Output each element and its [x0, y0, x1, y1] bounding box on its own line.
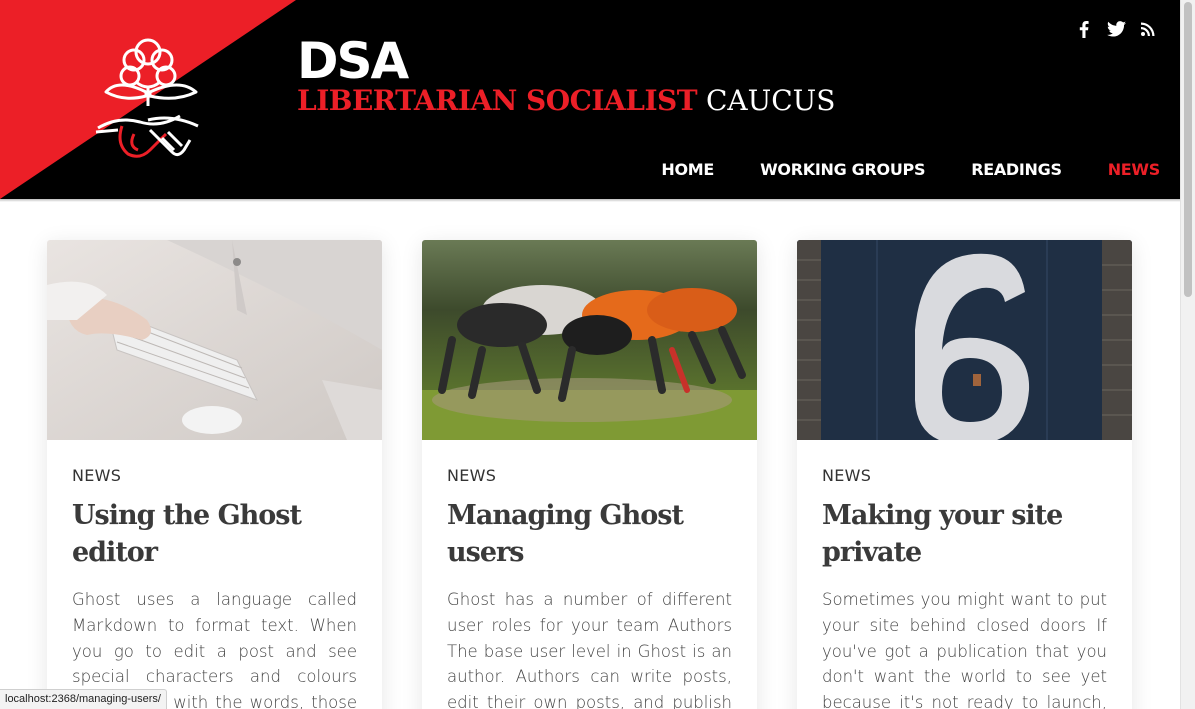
card-image-rugby[interactable] — [422, 240, 757, 440]
card-title[interactable]: Using the Ghost editor — [72, 497, 357, 571]
nav-news[interactable]: NEWS — [1108, 160, 1161, 179]
site-subtitle-red: LIBERTARIAN SOCIALIST — [297, 84, 698, 117]
post-card: NEWS Making your site private Sometimes … — [797, 240, 1132, 709]
site-subtitle: LIBERTARIAN SOCIALIST CAUCUS — [297, 86, 835, 116]
page-scrollbar[interactable] — [1180, 0, 1195, 709]
site-header: DSA LIBERTARIAN SOCIALIST CAUCUS HOME WO… — [0, 0, 1180, 199]
nav-working-groups[interactable]: WORKING GROUPS — [760, 160, 925, 179]
card-image-door-six[interactable] — [797, 240, 1132, 440]
post-feed: NEWS Using the Ghost editor Ghost uses a… — [47, 240, 1132, 709]
post-card: NEWS Using the Ghost editor Ghost uses a… — [47, 240, 382, 709]
card-image-laptop[interactable] — [47, 240, 382, 440]
post-card: NEWS Managing Ghost users Ghost has a nu… — [422, 240, 757, 709]
site-title-main: DSA — [297, 32, 409, 90]
browser-status-url: localhost:2368/managing-users/ — [0, 689, 167, 709]
main-nav: HOME WORKING GROUPS READINGS NEWS — [661, 160, 1160, 179]
rose-fist-logo-icon[interactable] — [88, 30, 210, 170]
card-title[interactable]: Making your site private — [822, 497, 1107, 571]
site-title[interactable]: DSA LIBERTARIAN SOCIALIST CAUCUS — [297, 34, 835, 116]
header-shadow — [0, 199, 1180, 202]
social-links — [1074, 19, 1158, 39]
card-tag[interactable]: NEWS — [72, 466, 357, 488]
card-tag[interactable]: NEWS — [447, 466, 732, 488]
card-excerpt: Sometimes you might want to put your sit… — [822, 590, 1107, 709]
rss-icon[interactable] — [1138, 19, 1158, 39]
nav-home[interactable]: HOME — [661, 160, 714, 179]
scrollbar-thumb[interactable] — [1184, 2, 1192, 297]
card-tag[interactable]: NEWS — [822, 466, 1107, 488]
nav-readings[interactable]: READINGS — [971, 160, 1062, 179]
card-excerpt: Ghost has a number of different user rol… — [447, 590, 732, 709]
site-subtitle-white: CAUCUS — [706, 84, 836, 117]
facebook-icon[interactable] — [1074, 19, 1094, 39]
twitter-icon[interactable] — [1106, 19, 1126, 39]
card-title[interactable]: Managing Ghost users — [447, 497, 732, 571]
